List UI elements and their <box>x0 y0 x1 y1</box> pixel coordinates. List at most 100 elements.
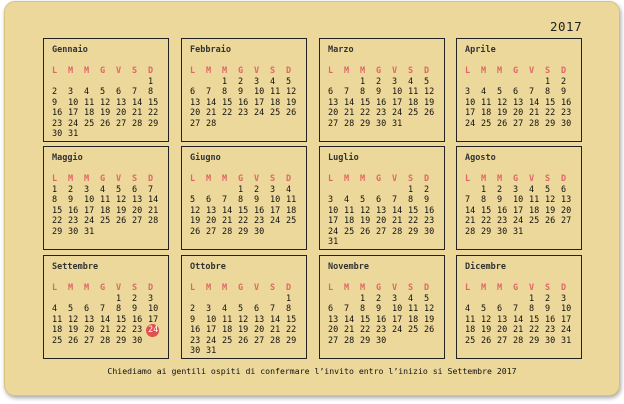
highlighted-day: 24 <box>148 325 159 336</box>
day-cell: 11 <box>408 87 419 98</box>
month-name: Luglio <box>328 153 359 163</box>
day-cell: 1 <box>148 77 154 87</box>
day-cell: 24 <box>206 335 217 346</box>
weekday-label: M <box>360 66 366 76</box>
weekday-label: G <box>376 174 382 184</box>
day-cell: 12 <box>360 205 371 216</box>
weekday-label: S <box>545 66 551 76</box>
day-cell: 21 <box>465 216 476 227</box>
day-cell: 8 <box>116 304 122 315</box>
weekday-label: L <box>465 66 471 76</box>
day-cell: 1 <box>286 294 292 304</box>
weekday-label: D <box>424 174 430 184</box>
day-cell: 17 <box>206 325 217 336</box>
weekday-label: M <box>222 174 228 184</box>
day-cell: 12 <box>545 195 556 206</box>
weekday-label: G <box>376 66 382 76</box>
day-cell: 14 <box>344 97 355 108</box>
day-cell: 21 <box>100 325 111 336</box>
day-cell: 19 <box>545 205 556 216</box>
day-cell: 2 <box>132 294 138 304</box>
day-cell: 10 <box>561 304 572 315</box>
day-cell: 28 <box>344 118 355 129</box>
day-cell: 25 <box>408 325 419 336</box>
day-cell: 9 <box>238 87 244 98</box>
day-cell: 24 <box>328 226 339 237</box>
day-cell: 13 <box>190 97 201 108</box>
day-cell: 11 <box>52 314 63 325</box>
day-cell: 2 <box>376 77 382 87</box>
day-cell: 3 <box>84 185 90 195</box>
day-cell: 1 <box>238 185 244 195</box>
day-cell: 21 <box>132 108 143 119</box>
day-cell: 6 <box>497 304 503 315</box>
weekday-label: M <box>222 66 228 76</box>
day-cell: 8 <box>545 87 551 98</box>
day-cell: 3 <box>328 195 334 206</box>
day-cell: 20 <box>116 108 127 119</box>
day-cell: 4 <box>344 195 350 206</box>
day-cell: 28 <box>392 226 403 237</box>
day-cell: 31 <box>513 226 524 237</box>
day-cell: 31 <box>68 129 79 139</box>
day-cell: 31 <box>84 226 95 237</box>
day-cell: 15 <box>408 205 419 216</box>
day-cell: 28 <box>222 226 233 237</box>
day-cell: 29 <box>238 226 249 237</box>
day-cell: 11 <box>270 87 281 98</box>
day-cell: 28 <box>206 118 217 129</box>
day-cell: 31 <box>392 118 403 129</box>
weekday-label: D <box>561 283 567 293</box>
month-name: Settembre <box>52 262 99 272</box>
day-cell: 7 <box>529 87 535 98</box>
day-cell: 15 <box>545 97 556 108</box>
day-cell: 9 <box>52 97 58 108</box>
day-cell: 18 <box>529 205 540 216</box>
day-cell: 1 <box>529 294 535 304</box>
day-cell: 6 <box>254 304 260 315</box>
month-ottobre: Ottobre L M M G V S D 1 2 3 4 5 6 7 8 9 10 11 12 13 14 15 16 17 1… <box>181 255 307 359</box>
day-cell: 7 <box>344 87 350 98</box>
weekday-label: G <box>238 66 244 76</box>
day-cell: 22 <box>148 108 159 119</box>
day-cell: 21 <box>206 108 217 119</box>
weekday-label: V <box>254 174 260 184</box>
day-cell: 30 <box>424 226 435 237</box>
day-cell: 26 <box>116 216 127 227</box>
day-cell: 22 <box>360 325 371 336</box>
day-cell: 25 <box>529 216 540 227</box>
weekday-label: S <box>545 174 551 184</box>
day-cell: 11 <box>465 314 476 325</box>
day-cell: 8 <box>52 195 58 206</box>
day-cell: 14 <box>222 205 233 216</box>
weekday-label: M <box>206 174 212 184</box>
weekday-label: D <box>286 66 292 76</box>
day-cell: 12 <box>116 195 127 206</box>
weekday-label: D <box>424 66 430 76</box>
day-cell: 11 <box>286 195 297 206</box>
day-cell: 17 <box>328 216 339 227</box>
day-cell: 7 <box>222 195 228 206</box>
day-cell: 3 <box>68 87 74 98</box>
month-name: Novembre <box>328 262 369 272</box>
day-cell: 10 <box>270 195 281 206</box>
day-cell: 17 <box>392 314 403 325</box>
day-cell: 23 <box>545 325 556 336</box>
weekday-label: L <box>190 283 196 293</box>
day-cell: 12 <box>100 97 111 108</box>
day-cell: 24 <box>68 118 79 129</box>
day-cell: 31 <box>561 335 572 346</box>
day-cell: 13 <box>376 205 387 216</box>
day-cell: 8 <box>222 87 228 98</box>
day-cell: 27 <box>561 216 572 227</box>
day-cell: 21 <box>529 108 540 119</box>
day-cell: 20 <box>513 108 524 119</box>
day-cell: 7 <box>465 195 471 206</box>
day-cell: 28 <box>132 118 143 129</box>
weekday-label: M <box>68 174 74 184</box>
weekday-label: M <box>344 66 350 76</box>
weekday-label: L <box>328 174 334 184</box>
weekday-label: M <box>84 283 90 293</box>
day-cell: 15 <box>360 314 371 325</box>
weekday-label: L <box>190 66 196 76</box>
